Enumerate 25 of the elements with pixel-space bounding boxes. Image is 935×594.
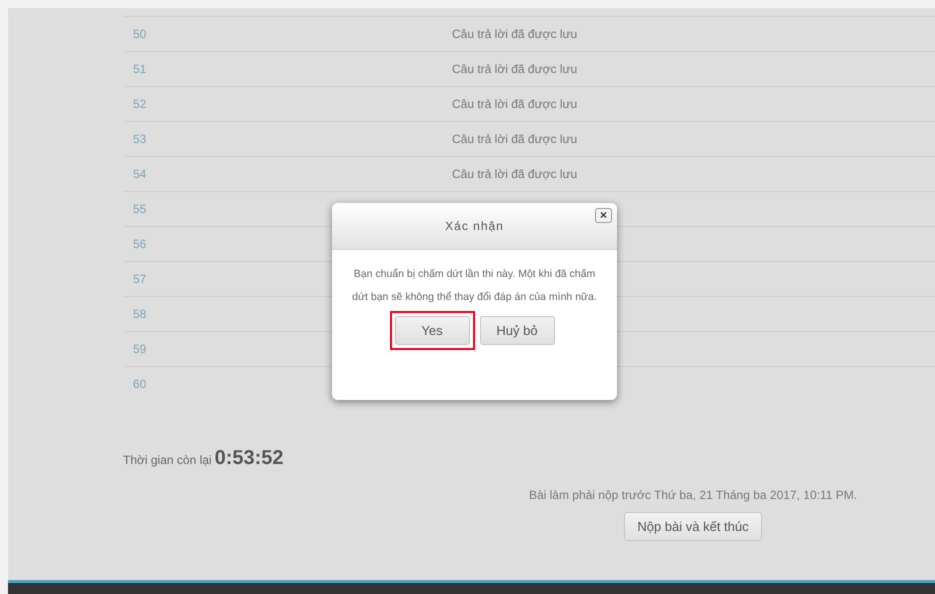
answer-status: Câu trả lời đã được lưu xyxy=(452,97,578,111)
question-number-link[interactable]: 56 xyxy=(133,237,146,251)
dialog-message: Bạn chuẩn bị chấm dứt lần thi này. Một khi đã chấm dứt bạn sẽ không thể thay đổi đáp án của mình nữa. xyxy=(351,267,598,305)
cancel-button[interactable]: Huỷ bỏ xyxy=(480,316,554,345)
question-number-link[interactable]: 58 xyxy=(133,307,146,321)
question-number-link[interactable]: 55 xyxy=(133,202,146,216)
time-left-value: 0:53:52 xyxy=(214,447,284,470)
question-number-link[interactable]: 50 xyxy=(133,27,146,41)
question-number-link[interactable]: 59 xyxy=(133,342,146,356)
deadline-text: Bài làm phải nộp trước Thứ ba, 21 Tháng ba 2017, 10:11 PM. xyxy=(528,488,858,502)
question-number-link[interactable]: 60 xyxy=(133,377,146,391)
confirm-button[interactable]: Yes xyxy=(394,316,470,345)
submit-button[interactable]: Nộp bài và kết thúc xyxy=(624,512,762,541)
close-button[interactable]: × xyxy=(594,208,612,223)
question-number-link[interactable]: 57 xyxy=(133,272,146,286)
question-number-link[interactable]: 54 xyxy=(133,167,146,181)
answer-status: Câu trả lời đã được lưu xyxy=(452,132,578,146)
answer-status: Câu trả lời đã được lưu xyxy=(452,167,578,181)
dialog-title: Xác nhận xyxy=(445,219,504,233)
question-number-link[interactable]: 52 xyxy=(133,97,146,111)
question-number-link[interactable]: 53 xyxy=(133,132,146,146)
answer-status: Câu trả lời đã được lưu xyxy=(452,27,578,41)
time-left-label: Thời gian còn lại xyxy=(123,453,212,467)
answer-status: Câu trả lời đã được lưu xyxy=(452,62,578,76)
question-number-link[interactable]: 51 xyxy=(133,62,146,76)
